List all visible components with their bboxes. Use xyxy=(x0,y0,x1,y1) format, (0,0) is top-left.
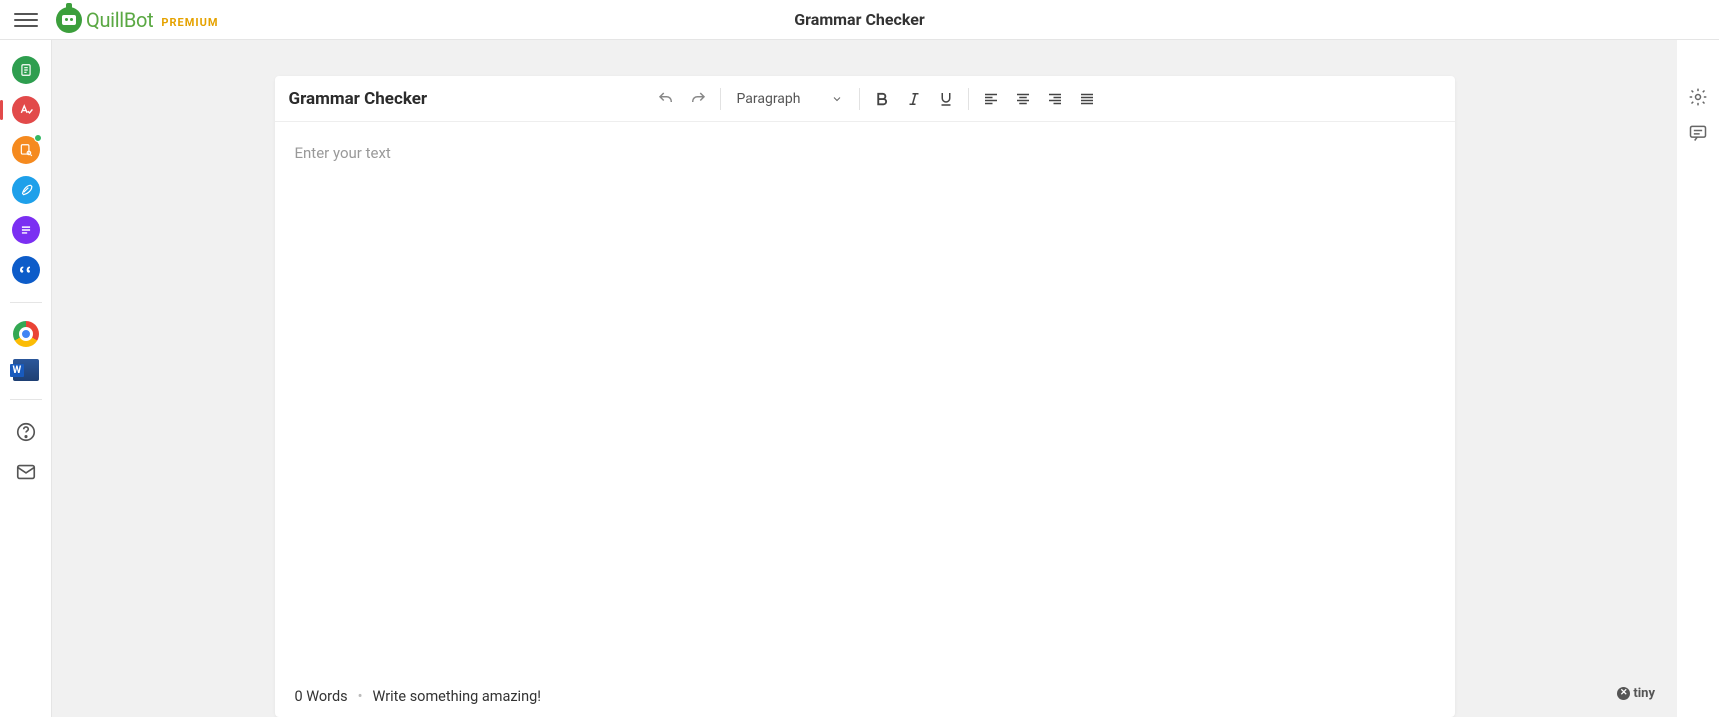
format-select[interactable]: Paragraph xyxy=(729,85,851,113)
feather-icon xyxy=(19,183,33,197)
lines-icon xyxy=(19,223,33,237)
footer-cta: Write something amazing! xyxy=(373,688,541,705)
menu-toggle-button[interactable] xyxy=(14,8,38,32)
sidebar-item-feedback[interactable] xyxy=(12,458,40,486)
editor-placeholder: Enter your text xyxy=(295,144,391,162)
help-icon xyxy=(15,421,37,443)
quote-icon xyxy=(18,262,34,278)
editor-card: Grammar Checker Paragraph xyxy=(275,76,1455,717)
dot-separator: • xyxy=(358,688,363,705)
toolbar-divider xyxy=(720,88,721,110)
sidebar-item-cowriter[interactable] xyxy=(12,176,40,204)
align-center-icon xyxy=(1014,90,1032,108)
active-indicator xyxy=(0,100,3,120)
sidebar-item-summarizer[interactable] xyxy=(12,216,40,244)
align-left-button[interactable] xyxy=(977,85,1005,113)
editor-toolbar: Paragraph xyxy=(652,85,1441,113)
check-letter-icon xyxy=(19,103,33,117)
toolbar-divider xyxy=(968,88,969,110)
sidebar-item-word-ext[interactable]: W xyxy=(13,359,39,381)
align-left-icon xyxy=(982,90,1000,108)
align-right-icon xyxy=(1046,90,1064,108)
redo-button[interactable] xyxy=(684,85,712,113)
undo-icon xyxy=(657,90,675,108)
underline-icon xyxy=(937,90,955,108)
page-title: Grammar Checker xyxy=(794,10,924,29)
brand-name: QuillBot xyxy=(86,8,153,32)
editor-textarea[interactable]: Enter your text xyxy=(275,122,1455,676)
underline-button[interactable] xyxy=(932,85,960,113)
comment-icon xyxy=(1688,123,1708,143)
align-justify-icon xyxy=(1078,90,1096,108)
italic-button[interactable] xyxy=(900,85,928,113)
chevron-down-icon xyxy=(831,93,843,105)
right-rail xyxy=(1677,40,1719,717)
gear-icon xyxy=(1688,87,1708,107)
toolbar-divider xyxy=(859,88,860,110)
editor-footer: 0 Words • Write something amazing! xyxy=(275,676,1455,717)
sidebar-divider xyxy=(10,302,42,303)
document-icon xyxy=(19,63,33,77)
bold-button[interactable] xyxy=(868,85,896,113)
powered-by-tiny[interactable]: ✕ tiny xyxy=(1617,686,1655,701)
italic-icon xyxy=(905,90,923,108)
page-search-icon xyxy=(19,143,33,157)
premium-badge: PREMIUM xyxy=(161,16,218,29)
sidebar-item-grammar-checker[interactable] xyxy=(12,96,40,124)
chrome-icon xyxy=(13,321,39,347)
format-select-label: Paragraph xyxy=(737,91,801,107)
notification-dot-icon xyxy=(34,134,42,142)
tiny-logo-icon: ✕ xyxy=(1617,687,1630,700)
content-area: Grammar Checker Paragraph xyxy=(52,40,1677,717)
sidebar-item-help[interactable] xyxy=(12,418,40,446)
undo-button[interactable] xyxy=(652,85,680,113)
word-icon: W xyxy=(13,359,39,381)
bold-icon xyxy=(873,90,891,108)
sidebar-item-plagiarism[interactable] xyxy=(12,136,40,164)
sidebar-item-chrome-ext[interactable] xyxy=(13,321,39,347)
comments-button[interactable] xyxy=(1687,122,1709,144)
brand-logo-icon xyxy=(56,7,82,33)
word-count: 0 Words xyxy=(295,688,348,705)
sidebar-item-paraphraser[interactable] xyxy=(12,56,40,84)
sidebar-item-citation[interactable] xyxy=(12,256,40,284)
brand-logo[interactable]: QuillBot PREMIUM xyxy=(56,7,218,33)
align-center-button[interactable] xyxy=(1009,85,1037,113)
tiny-label: tiny xyxy=(1633,686,1655,701)
align-right-button[interactable] xyxy=(1041,85,1069,113)
align-justify-button[interactable] xyxy=(1073,85,1101,113)
sidebar: W xyxy=(0,40,52,717)
editor-title: Grammar Checker xyxy=(289,89,428,109)
redo-icon xyxy=(689,90,707,108)
settings-button[interactable] xyxy=(1687,86,1709,108)
sidebar-divider xyxy=(10,399,42,400)
mail-icon xyxy=(15,461,37,483)
